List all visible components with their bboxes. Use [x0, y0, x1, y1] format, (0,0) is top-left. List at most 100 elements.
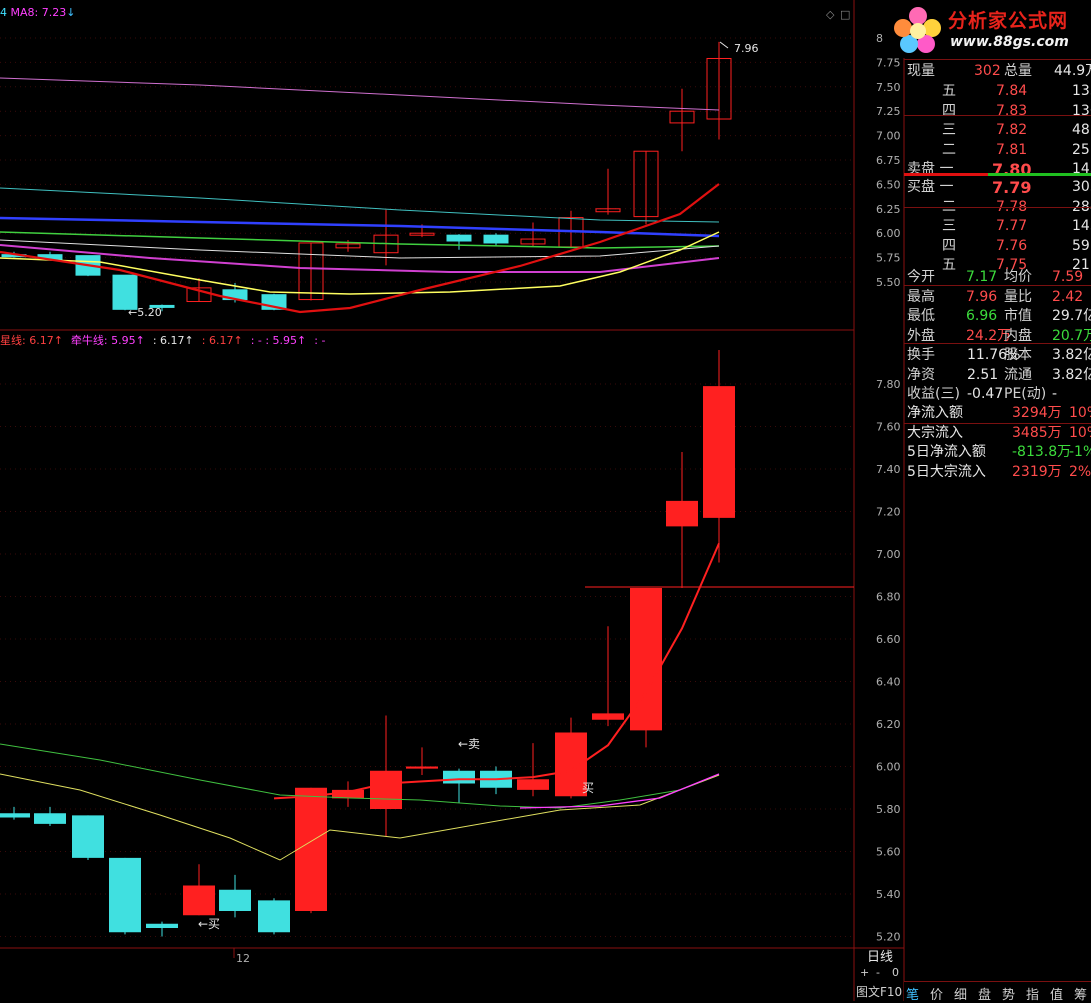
candle-body[interactable]	[592, 713, 624, 720]
candle-body[interactable]	[0, 813, 30, 818]
bottom-axis-label: 6.00	[876, 761, 901, 774]
quote-cell: 7.83	[996, 102, 1028, 119]
quote-cell: 大宗流入	[907, 424, 963, 441]
bottom-axis-label: 6.80	[876, 591, 901, 604]
quote-cell: 7.81	[996, 141, 1028, 158]
panel-separator	[904, 285, 1091, 286]
tab-3[interactable]: 盘	[978, 984, 991, 1003]
quote-cell: 7.84	[996, 83, 1028, 99]
candle-body-top[interactable]	[112, 274, 138, 310]
quote-cell: 10%	[1069, 405, 1091, 421]
tab-0[interactable]: 笔	[906, 984, 919, 1003]
tab-5[interactable]: 指	[1026, 984, 1039, 1003]
quote-cell: 10%	[1069, 424, 1091, 441]
quote-cell: 135	[1072, 83, 1091, 99]
date-label: 12	[236, 952, 250, 965]
ask-row: 五 7.84 135	[904, 82, 1091, 101]
quote-cell: 净流入额	[907, 405, 963, 421]
quote-cell: 五	[942, 83, 956, 99]
flower-logo-icon	[894, 7, 941, 53]
indicator-legend-item: : -	[314, 334, 326, 347]
logo-url: www.88gs.com	[950, 34, 1069, 50]
candle-body[interactable]	[34, 813, 66, 824]
bid-row: 三 7.77 143	[904, 217, 1091, 236]
logo: 分析家公式网 www.88gs.com	[888, 0, 1091, 58]
flow-row: 5日大宗流入 2319万 2%	[904, 463, 1091, 482]
ma8-value: MA8: 7.23	[10, 6, 67, 19]
f10-button[interactable]: 图文F10	[856, 983, 902, 1000]
quote-cell: 5日净流入额	[907, 444, 986, 460]
buy-signal-label: ←买	[198, 917, 220, 931]
quote-cell: 股本	[1004, 347, 1032, 363]
candle-body[interactable]	[183, 885, 215, 916]
bid-ask-divider	[904, 173, 1091, 176]
ma-prefix: 4	[0, 6, 11, 19]
indicator-legend-item: : 6.17↑	[201, 334, 243, 347]
candle-body[interactable]	[703, 386, 735, 518]
tab-2[interactable]: 细	[954, 984, 967, 1003]
panel-separator	[904, 343, 1091, 344]
panel-separator	[904, 423, 1091, 424]
zoom-reset-button[interactable]: 0	[892, 966, 899, 979]
candle-body[interactable]	[666, 500, 698, 527]
quote-cell: 305	[1072, 179, 1091, 195]
candle-body-top[interactable]	[446, 234, 472, 242]
candle-body[interactable]	[258, 900, 290, 933]
tab-7[interactable]: 筹	[1074, 984, 1087, 1003]
candle-body[interactable]	[443, 770, 475, 784]
window-icon: □	[840, 8, 850, 21]
candle-body[interactable]	[72, 815, 104, 858]
quote-cell: 7.77	[996, 218, 1028, 234]
indicator-legend-item: 星线: 6.17↑	[0, 334, 63, 347]
quote-cell: 7.82	[996, 122, 1028, 138]
quote-cell: 二	[942, 141, 956, 158]
quote-cell: 买盘 一	[907, 179, 954, 195]
quote-cell: 44.9万	[1054, 63, 1091, 79]
candle-body[interactable]	[370, 770, 402, 809]
quote-cell: 净资	[907, 366, 935, 383]
candle-body[interactable]	[295, 787, 327, 911]
candle-body[interactable]	[109, 857, 141, 933]
tab-1[interactable]: 价	[930, 984, 943, 1003]
stat-row: 最高 7.96 量比 2.42	[904, 288, 1091, 307]
quote-cell: 流通	[1004, 366, 1032, 383]
top-axis-label: 6.25	[876, 203, 901, 216]
top-axis-label: 7.50	[876, 81, 901, 94]
candle-body[interactable]	[406, 766, 438, 769]
quote-cell: 5日大宗流入	[907, 463, 986, 480]
indicator-legend-item: 牵牛线: 5.95↑	[70, 334, 145, 347]
ask-row: 二 7.81 25	[904, 141, 1091, 160]
low-value-label: ←5.20	[128, 306, 162, 319]
quote-cell: 7.79	[992, 178, 1032, 197]
bottom-axis-label: 5.20	[876, 931, 901, 944]
candle-body[interactable]	[219, 889, 251, 911]
indicator-legend-item: : - : 5.95↑	[250, 334, 307, 347]
quote-cell: 2%	[1069, 463, 1091, 480]
stat2-row: 净资 2.51 流通 3.82亿	[904, 366, 1091, 385]
period-label[interactable]: 日线	[856, 946, 904, 966]
bottom-axis-label: 7.20	[876, 506, 901, 519]
tab-4[interactable]: 势	[1002, 984, 1015, 1003]
panel-separator	[904, 59, 1091, 60]
bottom-axis-label: 5.40	[876, 888, 901, 901]
bottom-axis-label: 7.80	[876, 378, 901, 391]
bottom-axis-label: 6.60	[876, 633, 901, 646]
bid-row: 四 7.76 59	[904, 237, 1091, 256]
quote-cell: 7.96	[966, 288, 998, 305]
zoom-in-button[interactable]: +	[860, 966, 869, 979]
ask-row: 三 7.82 48	[904, 121, 1091, 140]
quote-cell: 收益(三)	[907, 386, 960, 402]
candle-body-top[interactable]	[483, 234, 509, 244]
tab-6[interactable]: 值	[1050, 984, 1063, 1003]
bottom-axis-label: 7.00	[876, 548, 901, 561]
zoom-out-button[interactable]: -	[876, 966, 880, 979]
top-axis-label: 5.75	[876, 252, 901, 265]
quote-cell: 量比	[1004, 288, 1032, 305]
quote-cell: -813.8万	[1012, 444, 1072, 460]
candle-body[interactable]	[146, 923, 178, 928]
quote-cell: 136	[1072, 102, 1091, 119]
candle-body[interactable]	[517, 779, 549, 790]
quote-cell: 3.82亿	[1052, 366, 1091, 383]
bottom-axis-label: 5.80	[876, 803, 901, 816]
bottom-axis-label: 6.40	[876, 676, 901, 689]
